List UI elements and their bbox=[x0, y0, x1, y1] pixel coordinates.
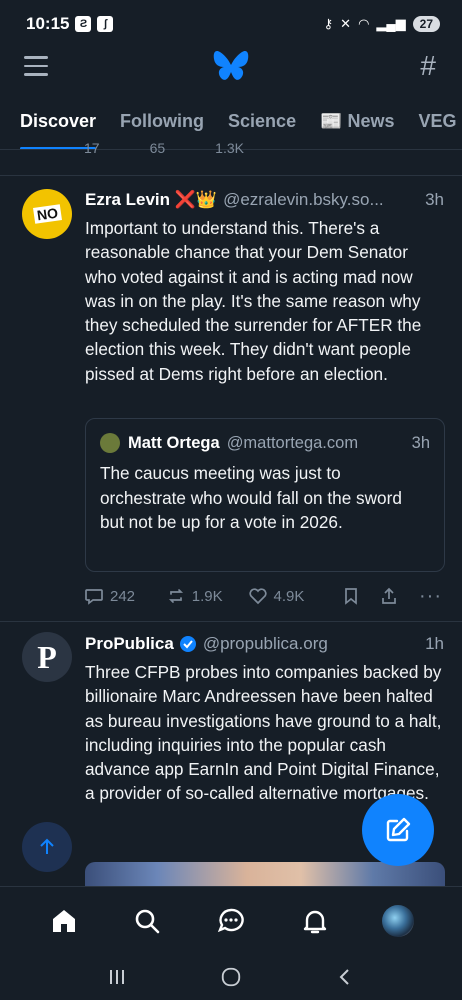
quote-author-handle: @mattortega.com bbox=[226, 433, 359, 452]
profile-avatar bbox=[382, 904, 415, 937]
battery-indicator: 27 bbox=[412, 16, 440, 32]
clock: 10:15 bbox=[26, 14, 70, 33]
like-count: 4.9K bbox=[273, 587, 305, 605]
chat-icon bbox=[217, 908, 244, 932]
nav-profile[interactable] bbox=[378, 901, 418, 941]
post-header: ProPublica @propublica.org 1h bbox=[85, 632, 444, 656]
hashtag-feeds-icon[interactable]: # bbox=[420, 50, 436, 82]
author-handle[interactable]: @ezralevin.bsky.so... bbox=[223, 190, 419, 210]
app-notification-icon: ʃ bbox=[97, 16, 114, 32]
feed-post[interactable]: NO Ezra Levin ❌👑 @ezralevin.bsky.so... 3… bbox=[0, 175, 462, 621]
mute-icon: ✕ bbox=[340, 16, 352, 31]
post-text: Important to understand this. There's a … bbox=[85, 218, 422, 384]
avatar-logo-text: NO bbox=[32, 204, 62, 224]
nav-home[interactable] bbox=[44, 901, 84, 941]
recent-apps-icon[interactable] bbox=[107, 967, 127, 987]
reply-icon bbox=[85, 589, 103, 605]
arrow-up-icon bbox=[40, 838, 54, 854]
wifi-icon: ◠ bbox=[358, 16, 370, 31]
repost-count: 1.9K bbox=[191, 587, 223, 605]
share-button[interactable] bbox=[379, 586, 419, 606]
avatar-logo-text: P bbox=[37, 638, 57, 675]
system-navigation-bar bbox=[0, 954, 462, 1000]
quote-author-name: Matt Ortega bbox=[128, 433, 220, 452]
compose-button[interactable] bbox=[362, 794, 434, 866]
quote-post[interactable]: Matt Ortega @mattortega.com 3h The caucu… bbox=[85, 418, 445, 572]
bookmark-button[interactable] bbox=[341, 586, 379, 606]
bookmark-icon bbox=[345, 588, 358, 605]
home-circle-icon[interactable] bbox=[220, 966, 242, 988]
top-bar: # bbox=[0, 48, 462, 90]
author-name[interactable]: Ezra Levin ❌👑 bbox=[85, 190, 217, 210]
quote-header: Matt Ortega @mattortega.com 3h bbox=[100, 433, 430, 453]
bottom-navigation bbox=[0, 886, 462, 954]
quote-text: The caucus meeting was just to orchestra… bbox=[100, 463, 402, 532]
more-options-icon[interactable]: ··· bbox=[419, 585, 442, 608]
post-image[interactable] bbox=[85, 862, 445, 886]
nav-chat[interactable] bbox=[211, 901, 251, 941]
home-icon bbox=[52, 909, 75, 932]
author-name[interactable]: ProPublica bbox=[85, 634, 174, 654]
repost-icon bbox=[168, 589, 183, 603]
previous-post-actions: 17 65 1.3K bbox=[84, 140, 444, 156]
post-header: Ezra Levin ❌👑 @ezralevin.bsky.so... 3h bbox=[85, 188, 444, 212]
nav-search[interactable] bbox=[127, 901, 167, 941]
reply-count: 242 bbox=[110, 587, 136, 605]
notification-icon: Ƨ bbox=[75, 16, 92, 32]
quote-avatar bbox=[100, 433, 120, 453]
reply-count[interactable]: 17 bbox=[84, 140, 100, 156]
heart-icon bbox=[248, 588, 267, 605]
verified-badge-icon bbox=[179, 636, 196, 652]
compose-icon bbox=[386, 817, 411, 842]
like-button[interactable]: 4.9K bbox=[248, 586, 342, 606]
nav-notifications[interactable] bbox=[295, 901, 335, 941]
post-actions: 242 1.9K 4.9K ··· bbox=[84, 584, 442, 608]
author-handle[interactable]: @propublica.org bbox=[203, 634, 419, 654]
repost-count[interactable]: 65 bbox=[150, 140, 166, 156]
avatar[interactable]: NO bbox=[22, 189, 72, 239]
like-count[interactable]: 1.3K bbox=[215, 140, 244, 156]
menu-icon[interactable] bbox=[24, 56, 48, 76]
bell-icon bbox=[303, 910, 326, 933]
back-icon[interactable] bbox=[335, 967, 355, 987]
quote-time: 3h bbox=[411, 433, 430, 452]
butterfly-logo-icon bbox=[213, 50, 249, 80]
search-icon bbox=[136, 909, 160, 933]
post-time: 3h bbox=[425, 190, 444, 209]
reply-button[interactable]: 242 bbox=[84, 586, 166, 606]
avatar[interactable]: P bbox=[22, 632, 72, 682]
share-icon bbox=[382, 587, 396, 604]
signal-icon: ▂▄▆ bbox=[376, 16, 406, 31]
post-time: 1h bbox=[425, 634, 444, 653]
repost-button[interactable]: 1.9K bbox=[166, 586, 248, 606]
status-bar: 10:15 Ƨ ʃ ⚷ ✕ ◠ ▂▄▆ 27 bbox=[0, 0, 462, 48]
scroll-to-top-button[interactable] bbox=[22, 822, 72, 872]
key-icon: ⚷ bbox=[323, 16, 334, 31]
